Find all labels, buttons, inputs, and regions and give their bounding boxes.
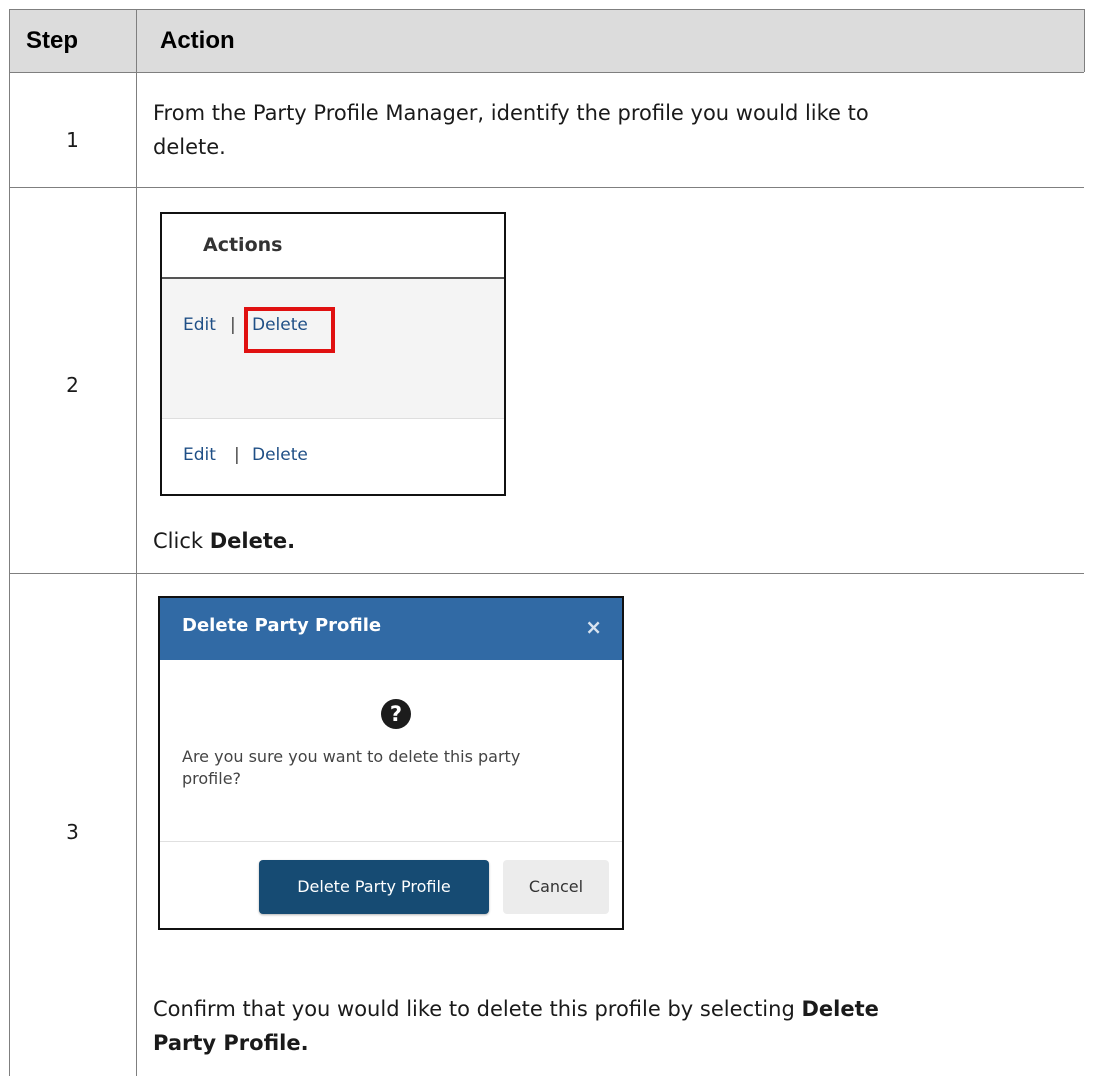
cancel-button[interactable]: Cancel [503,860,609,914]
edit-link[interactable]: Edit [183,315,216,335]
delete-party-profile-dialog: Delete Party Profile × ? Are you sure yo… [158,596,624,930]
step-3-caption-line1: Confirm that you would like to delete th… [153,993,879,1026]
delete-highlight-box [244,307,335,353]
step-2-caption: Click Delete. [153,525,295,558]
dialog-footer-divider [160,841,622,842]
table-top-border [9,9,1084,10]
step-number: 2 [66,373,79,397]
step-number: 3 [66,820,79,844]
step-1-text-line1: From the Party Profile Manager, identify… [153,101,869,125]
actions-column-screenshot: Actions Edit | Delete Edit | Delete [160,212,506,496]
caption-bold-text: Delete. [209,529,296,553]
delete-party-profile-button[interactable]: Delete Party Profile [259,860,489,914]
dialog-title: Delete Party Profile [182,615,382,636]
table-left-border [9,9,10,1076]
close-icon[interactable]: × [585,615,602,639]
table-row: Edit | Delete [162,419,504,494]
step-1-text-line2: delete. [153,135,226,159]
caption-text: Confirm that you would like to delete th… [153,997,802,1021]
step-number: 1 [66,128,79,152]
actions-header-label: Actions [203,234,283,256]
dialog-message-line1: Are you sure you want to delete this par… [182,747,521,766]
question-circle-icon: ? [381,699,411,729]
edit-link[interactable]: Edit [183,445,216,465]
step-3-caption-line2: Party Profile. [153,1027,309,1060]
column-divider [136,9,137,1076]
caption-bold-text: Party Profile. [153,1031,309,1055]
dialog-message: Are you sure you want to delete this par… [182,746,602,790]
caption-bold-text: Delete [801,997,879,1021]
caption-text: Click [153,529,210,553]
dialog-message-line2: profile? [182,769,242,788]
row-divider [9,187,1084,188]
actions-column-header: Actions [162,214,504,279]
link-separator: | [234,445,240,465]
step-column-header: Step [26,27,79,54]
table-right-border [1084,9,1085,72]
table-row: Edit | Delete [162,279,504,419]
action-column-header: Action [160,27,235,54]
header-divider [9,72,1084,73]
delete-link[interactable]: Delete [252,445,308,465]
link-separator: | [230,315,236,335]
row-divider [9,573,1084,574]
